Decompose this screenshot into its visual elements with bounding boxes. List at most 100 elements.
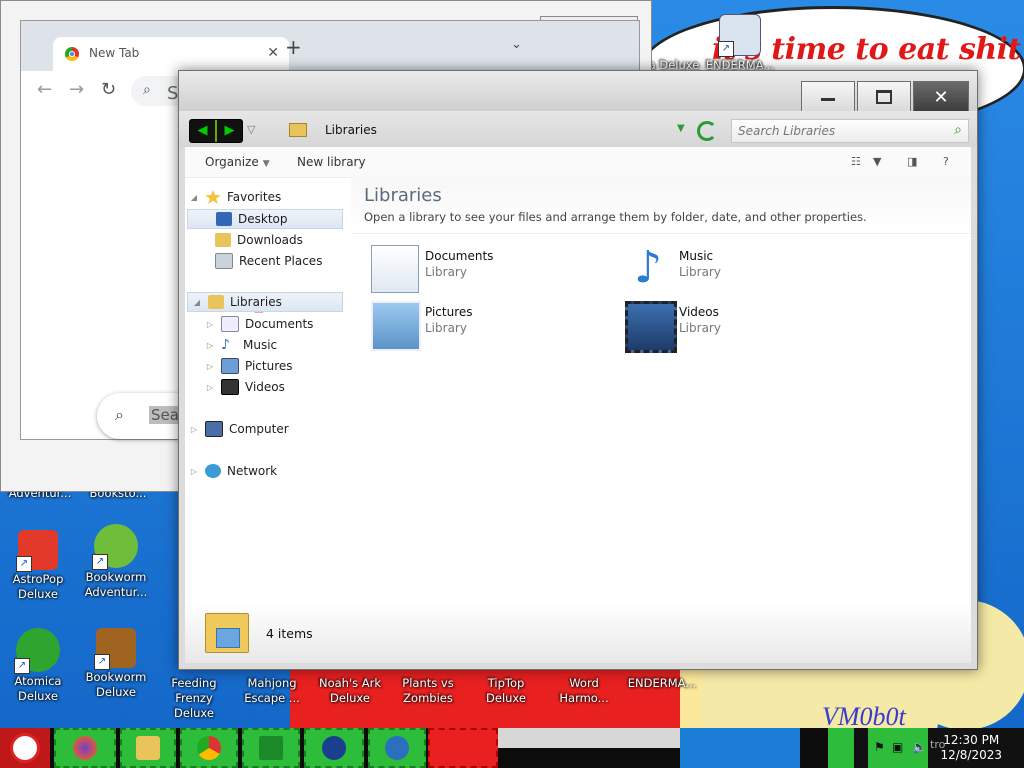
item-count: 4 items xyxy=(266,626,313,641)
tab-search-chevron-icon[interactable]: ⌄ xyxy=(511,37,522,52)
change-view-icon[interactable]: ☷ xyxy=(851,155,861,168)
library-item-music[interactable]: ♪ Music Library xyxy=(625,243,865,293)
santa-icon xyxy=(10,733,40,763)
astropop-icon: ↗ xyxy=(16,530,58,572)
collapse-icon[interactable]: ◢ xyxy=(192,298,202,307)
tree-downloads[interactable]: Downloads xyxy=(215,230,303,250)
system-tray: ⚑ ▣ 🔈 tro 12:30 PM 12/8/2023 xyxy=(828,728,1024,768)
bookworm-icon: ↗ xyxy=(92,524,138,570)
search-box[interactable]: ⌕ xyxy=(731,119,969,143)
taskbar-explorer[interactable] xyxy=(120,728,176,768)
taskbar-chrome[interactable] xyxy=(180,728,238,768)
close-icon: ✕ xyxy=(933,86,949,108)
organize-button[interactable]: Organize ▼ xyxy=(205,155,270,169)
tree-documents[interactable]: ▷ Documents xyxy=(205,314,313,334)
taskbar-firefox[interactable] xyxy=(54,728,116,768)
expand-icon[interactable]: ▷ xyxy=(205,341,215,350)
volume-icon: 🔈 xyxy=(912,740,927,754)
expand-icon[interactable]: ▷ xyxy=(205,362,215,371)
library-item-videos[interactable]: Videos Library xyxy=(625,299,865,353)
tree-libraries[interactable]: ◢ Libraries xyxy=(187,292,343,312)
tree-computer[interactable]: ▷ Computer xyxy=(189,419,289,439)
desktop-icon-astropop[interactable]: ↗ AstroPop Deluxe xyxy=(0,530,76,602)
desktop-icon-enderman-top[interactable]: ↗ ENDERMA... xyxy=(702,14,778,73)
tree-favorites[interactable]: ◢ Favorites xyxy=(189,187,281,207)
pictures-icon xyxy=(221,358,239,374)
taskbar-app[interactable] xyxy=(498,728,680,748)
christmas-tree-icon xyxy=(259,736,283,760)
collapse-icon[interactable]: ◢ xyxy=(189,193,199,202)
tree-desktop[interactable]: Desktop xyxy=(187,209,343,229)
title-bar[interactable]: ✕ xyxy=(179,71,977,113)
desktop-icon-bookworm[interactable]: ↗ Bookworm Deluxe xyxy=(78,628,154,700)
expand-icon[interactable]: ▷ xyxy=(205,320,215,329)
film-icon xyxy=(221,379,239,395)
preview-pane-icon[interactable]: ◨ xyxy=(907,155,917,168)
library-item-pictures[interactable]: Pictures Library xyxy=(371,299,611,351)
back-forward-buttons: ◀ ▶ xyxy=(189,119,243,143)
help-icon[interactable]: ? xyxy=(943,155,949,168)
flag-icon: ⚑ xyxy=(874,740,885,754)
refresh-icon[interactable] xyxy=(697,121,717,141)
taskbar-app[interactable] xyxy=(304,728,364,768)
desktop-icon-tiptop[interactable]: TipTop Deluxe xyxy=(468,676,544,706)
recent-places-icon xyxy=(215,253,233,269)
new-library-button[interactable]: New library xyxy=(297,155,366,169)
desktop-icon-mahjong[interactable]: Mahjong Escape ... xyxy=(234,676,310,706)
close-button[interactable]: ✕ xyxy=(913,81,969,113)
expand-icon[interactable]: ▷ xyxy=(189,467,199,476)
search-input[interactable] xyxy=(736,122,940,140)
address-dropdown-icon[interactable]: ▼ xyxy=(677,123,685,134)
address-breadcrumb[interactable]: Libraries xyxy=(325,123,377,137)
desktop-icon xyxy=(216,212,232,226)
search-icon: ⌕ xyxy=(115,405,124,424)
taskbar-app[interactable] xyxy=(368,728,426,768)
tray-icons[interactable]: ⚑ ▣ 🔈 xyxy=(868,728,928,768)
clock[interactable]: 12:30 PM 12/8/2023 xyxy=(940,733,1002,763)
explorer-window[interactable]: ✕ ◀ ▶ ▽ Libraries ▼ ⌕ Organize▼ New libr… xyxy=(178,70,978,670)
desktop-icon-word-harmony[interactable]: Word Harmo... xyxy=(546,676,622,706)
forward-arrow-icon[interactable]: ▶ xyxy=(217,120,242,142)
desktop-icon-enderman[interactable]: ENDERMA... xyxy=(624,676,700,691)
clock-time: 12:30 PM xyxy=(943,733,1000,747)
forward-arrow-icon[interactable]: → xyxy=(69,79,84,100)
chrome-tab[interactable]: New Tab ✕ xyxy=(53,37,289,71)
desktop-icon-atomica[interactable]: ↗ Atomica Deluxe xyxy=(0,628,76,704)
music-note-icon: ♪ xyxy=(221,337,230,353)
firefox-icon xyxy=(73,736,97,760)
desktop-icon-plants-vs-zombies[interactable]: Plants vs Zombies xyxy=(390,676,466,706)
network-icon: ▣ xyxy=(892,740,904,754)
view-options-chevron-icon[interactable]: ▼ xyxy=(873,155,881,168)
desktop-icon-feeding-frenzy[interactable]: Feeding Frenzy Deluxe xyxy=(156,676,232,721)
desktop-icon-bookworm-adventures[interactable]: ↗ Bookworm Adventur... xyxy=(78,524,154,600)
back-arrow-icon[interactable]: ← xyxy=(37,79,52,100)
tree-recent-places[interactable]: Recent Places xyxy=(215,251,322,271)
library-item-documents[interactable]: Documents Library xyxy=(371,243,611,293)
minimize-button[interactable] xyxy=(801,81,855,113)
chrome-icon xyxy=(65,47,79,61)
chevron-down-icon: ▼ xyxy=(262,159,270,169)
tree-network[interactable]: ▷ Network xyxy=(189,461,277,481)
tab-close-icon[interactable]: ✕ xyxy=(267,45,279,61)
atomica-icon: ↗ xyxy=(14,628,60,674)
explorer-content: Organize ▼ New library ☷ ▼ ◨ ? ◢ Favorite… xyxy=(185,147,971,663)
back-arrow-icon[interactable]: ◀ xyxy=(190,120,215,142)
start-button[interactable] xyxy=(0,728,50,768)
taskbar-tree-app[interactable] xyxy=(242,728,300,768)
recent-pages-chevron-icon[interactable]: ▽ xyxy=(247,123,255,136)
maximize-button[interactable] xyxy=(857,81,911,113)
tree-videos[interactable]: ▷ Videos xyxy=(205,377,285,397)
libraries-icon xyxy=(208,295,224,309)
show-hidden-icons[interactable] xyxy=(828,728,854,768)
expand-icon[interactable]: ▷ xyxy=(189,425,199,434)
page-description: Open a library to see your files and arr… xyxy=(364,210,867,224)
taskbar-app[interactable] xyxy=(428,728,498,768)
reload-icon[interactable]: ↻ xyxy=(101,79,116,100)
search-icon[interactable]: ⌕ xyxy=(954,122,962,138)
tree-music[interactable]: ▷ ♪ Music xyxy=(205,335,277,355)
expand-icon[interactable]: ▷ xyxy=(205,383,215,392)
desktop-icon-noahs-ark[interactable]: Noah's Ark Deluxe xyxy=(312,676,388,706)
tab-title: New Tab xyxy=(89,46,140,60)
tree-pictures[interactable]: ▷ Pictures xyxy=(205,356,293,376)
new-tab-button[interactable]: + xyxy=(285,35,302,59)
